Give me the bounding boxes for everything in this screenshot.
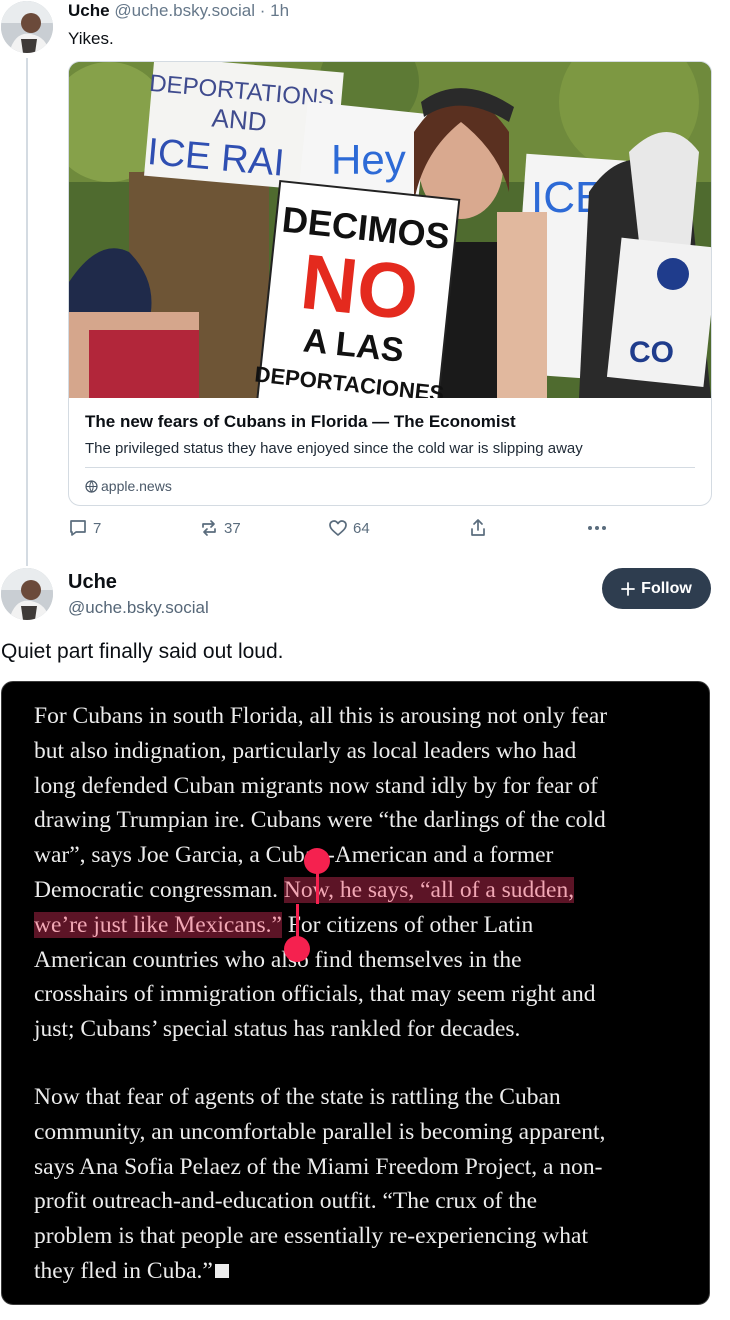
end-mark-icon [214, 1263, 229, 1278]
text-line: community, an uncomfortable parallel is … [34, 1118, 606, 1145]
reply-icon [70, 520, 86, 536]
heart-icon [329, 520, 347, 536]
text-line: says Ana Sofia Pelaez of the Miami Freed… [34, 1153, 603, 1180]
follow-button[interactable]: Follow [602, 568, 711, 609]
card-image: DEPORTATIONS AND ICE RAI Hey ICE: CO DEC… [69, 62, 711, 398]
post-header: Uche @uche.bsky.social · 1h [68, 0, 289, 22]
text-line: problem is that people are essentially r… [34, 1223, 588, 1250]
share-icon [471, 519, 485, 536]
text-line: American countries who also find themsel… [34, 946, 522, 973]
card-description: The privileged status they have enjoyed … [85, 440, 583, 457]
text-line: they fled in Cuba.” [34, 1254, 605, 1289]
repost-count: 37 [224, 519, 241, 537]
post-actions: 7 37 64 [68, 518, 710, 544]
selection-start-caret [316, 868, 319, 904]
more-icon [588, 526, 606, 530]
plus-icon [621, 581, 636, 596]
like-count: 64 [353, 519, 370, 537]
selection-end-handle[interactable] [284, 936, 310, 962]
like-button[interactable]: 64 [328, 518, 370, 538]
quoted-text-image[interactable]: For Cubans in south Florida, all this is… [1, 681, 710, 1305]
author-name[interactable]: Uche [68, 1, 110, 20]
text-line: Democratic congressman. Now, he says, “a… [34, 873, 607, 908]
text-line: For Cubans in south Florida, all this is… [34, 703, 608, 729]
thread-line [26, 58, 28, 566]
post-text: Yikes. [68, 29, 114, 48]
globe-icon [85, 479, 98, 493]
text-line: drawing Trumpian ire. Cubans were “the d… [34, 807, 606, 834]
sign-text: CO [629, 336, 674, 369]
author-name[interactable]: Uche [68, 570, 117, 594]
text-line: just; Cubans’ special status has rankled… [34, 1016, 521, 1043]
paragraph: Now that fear of agents of the state is … [34, 1080, 605, 1289]
avatar[interactable] [1, 568, 53, 620]
card-title[interactable]: The new fears of Cubans in Florida — The… [85, 411, 516, 433]
text-line: long defended Cuban migrants now stand i… [34, 772, 598, 799]
text-segment: they fled in Cuba.” [34, 1257, 213, 1284]
text-line: we’re just like Mexicans.” For citizens … [34, 908, 607, 943]
sign-text: Hey [331, 136, 406, 183]
reply-count: 7 [93, 519, 102, 537]
avatar-photo-icon [1, 568, 53, 620]
link-card[interactable]: DEPORTATIONS AND ICE RAI Hey ICE: CO DEC… [68, 61, 712, 506]
post-time[interactable]: · 1h [260, 1, 289, 20]
text-segment: Democratic congressman. [34, 876, 284, 903]
follow-label: Follow [641, 579, 692, 597]
text-line: Now that fear of agents of the state is … [34, 1084, 561, 1110]
share-button[interactable] [468, 518, 488, 538]
sign-text: AND [211, 102, 268, 137]
author-handle[interactable]: @uche.bsky.social [114, 1, 255, 20]
reply-button[interactable]: 7 [68, 518, 101, 538]
selection-end-caret [296, 904, 299, 940]
divider [85, 467, 695, 468]
text-segment: For citizens of other Latin [281, 911, 534, 938]
text-line: crosshairs of immigration officials, tha… [34, 981, 596, 1008]
highlighted-text[interactable]: we’re just like Mexicans.” [34, 911, 282, 938]
author-handle[interactable]: @uche.bsky.social [68, 597, 209, 619]
repost-button[interactable]: 37 [199, 518, 241, 538]
text-line: but also indignation, particularly as lo… [34, 737, 577, 764]
more-options-button[interactable] [586, 518, 608, 538]
card-source: apple.news [85, 477, 172, 495]
card-source-label: apple.news [101, 478, 172, 494]
post-text: Quiet part finally said out loud. [1, 640, 284, 663]
avatar-photo-icon [1, 1, 53, 53]
highlighted-text[interactable]: Now, he says, “all of a sudden, [283, 876, 575, 903]
text-line: profit outreach-and-education outfit. “T… [34, 1188, 538, 1215]
repost-icon [202, 520, 216, 536]
avatar[interactable] [1, 1, 53, 53]
